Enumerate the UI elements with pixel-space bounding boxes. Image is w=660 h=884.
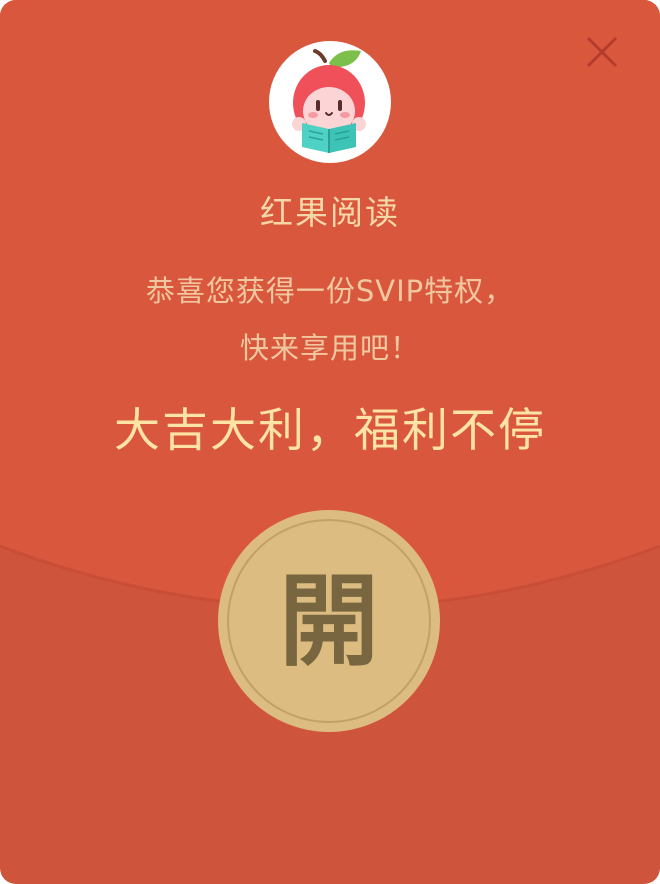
app-logo-avatar bbox=[269, 41, 391, 163]
reward-message-line-1: 恭喜您获得一份SVIP特权， bbox=[145, 274, 515, 308]
app-name: 红果阅读 bbox=[260, 193, 400, 232]
reward-message-line-2: 快来享用吧！ bbox=[239, 331, 420, 365]
open-envelope-button[interactable]: 開 bbox=[218, 510, 440, 732]
close-icon bbox=[587, 37, 617, 67]
app-logo-icon bbox=[292, 49, 366, 153]
red-envelope-dialog: 红果阅读 恭喜您获得一份SVIP特权， 快来享用吧！ 大吉大利，福利不停 開 bbox=[0, 0, 660, 884]
close-button[interactable] bbox=[580, 30, 624, 74]
slogan-title: 大吉大利，福利不停 bbox=[114, 403, 546, 457]
open-button-label: 開 bbox=[279, 562, 379, 680]
